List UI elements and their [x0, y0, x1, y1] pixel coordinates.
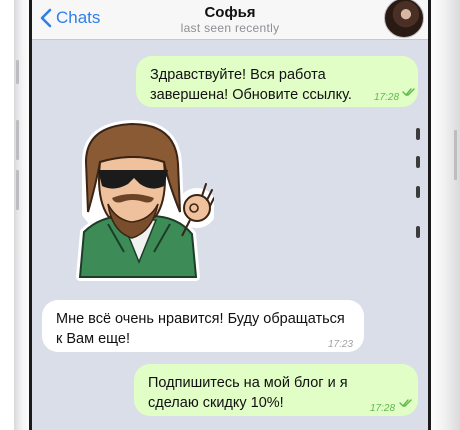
phone-frame-left	[14, 0, 32, 430]
phone-frame-edge	[428, 0, 431, 430]
message-text: Мне всё очень нравится! Буду обращаться …	[56, 311, 345, 347]
phone-frame-right	[428, 0, 460, 430]
message-bubble-incoming[interactable]: Мне всё очень нравится! Буду обращаться …	[42, 300, 364, 352]
phone-side-button	[454, 130, 457, 180]
message-bubble-outgoing[interactable]: Подпишитесь на мой блог и я сделаю скидк…	[134, 364, 418, 416]
chat-status: last seen recently	[180, 21, 280, 35]
double-check-icon	[402, 88, 415, 97]
message-time: 17:23	[328, 339, 354, 350]
chat-title[interactable]: Софья	[32, 4, 428, 21]
message-time: 17:28	[370, 403, 396, 414]
phone-side-button	[16, 120, 19, 160]
phone-side-button	[16, 60, 19, 84]
message-time: 17:28	[374, 92, 400, 103]
scroll-indicator	[416, 128, 420, 140]
message-bubble-outgoing[interactable]: Здравствуйте! Вся работа завершена! Обно…	[136, 56, 418, 107]
message-text: Подпишитесь на мой блог и я сделаю скидк…	[148, 375, 348, 411]
chat-screen: Chats Софья last seen recently Здравству…	[32, 0, 428, 430]
double-check-icon	[399, 399, 412, 408]
phone-side-button	[16, 170, 19, 210]
scroll-indicator	[416, 226, 420, 238]
scroll-indicator	[416, 186, 420, 198]
bearded-man-sunglasses-ok-sticker[interactable]	[64, 112, 214, 282]
chat-header: Chats Софья last seen recently	[32, 0, 428, 40]
message-text: Здравствуйте! Вся работа завершена! Обно…	[150, 67, 352, 103]
scroll-indicator	[416, 156, 420, 168]
